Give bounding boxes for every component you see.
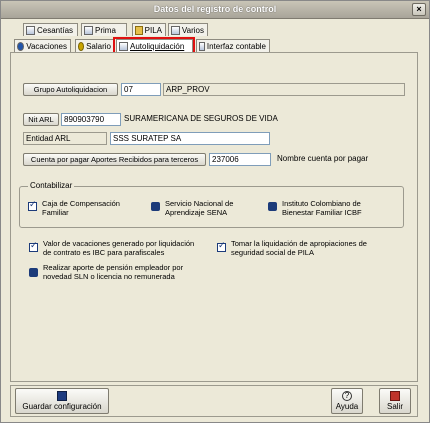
contabilizar-group: Contabilizar Caja de Compensación Famili… xyxy=(19,181,404,228)
entidad-arl-input[interactable]: SSS SURATEP SA xyxy=(110,132,270,145)
grid-icon xyxy=(199,42,205,51)
pension-sln-label: Realizar aporte de pensión empleador por… xyxy=(43,263,184,281)
tab-varios[interactable]: Varios xyxy=(168,23,208,36)
cuenta-por-pagar-button[interactable]: Cuenta por pagar Aportes Recibidos para … xyxy=(23,153,206,166)
grupo-code-input[interactable]: 07 xyxy=(121,83,161,96)
tab-salario[interactable]: Salario xyxy=(75,39,115,52)
salir-button[interactable]: Salir xyxy=(379,388,411,414)
guardar-configuracion-button[interactable]: Guardar configuración xyxy=(15,388,109,414)
save-icon xyxy=(57,391,67,401)
tab-prima-label: Prima xyxy=(95,26,116,35)
grupo-autoliquidacion-button[interactable]: Grupo Autoliquidacion xyxy=(23,83,118,96)
sena-checkbox[interactable] xyxy=(151,202,160,211)
entidad-arl-label: Entidad ARL xyxy=(23,132,107,145)
tab-salario-label: Salario xyxy=(86,42,111,51)
nombre-cuenta-label: Nombre cuenta por pagar xyxy=(277,154,369,163)
pila-apropiaciones-checkbox[interactable] xyxy=(217,241,226,252)
tab-vacaciones-label: Vacaciones xyxy=(26,42,67,51)
tab-pila[interactable]: PILA xyxy=(132,23,166,36)
tab-panel: Grupo Autoliquidacion 07 ARP_PROV Nit AR… xyxy=(10,52,418,382)
document-icon xyxy=(84,26,93,35)
icbf-checkbox[interactable] xyxy=(268,202,277,211)
document-icon xyxy=(171,26,180,35)
guardar-configuracion-label: Guardar configuración xyxy=(22,402,102,411)
pila-apropiaciones-label: Tomar la liquidación de apropiaciones de… xyxy=(231,239,367,257)
tab-varios-label: Varios xyxy=(181,26,204,35)
grupo-name-field: ARP_PROV xyxy=(163,83,405,96)
coins-icon xyxy=(78,42,85,51)
tab-cesantias-label: Cesantías xyxy=(37,26,74,35)
tab-interfaz-contable[interactable]: Interfaz contable xyxy=(196,39,270,52)
footer-bar: Guardar configuración ? Ayuda Salir xyxy=(10,385,418,417)
info-icon xyxy=(17,42,25,51)
exit-icon xyxy=(390,391,400,401)
title-bar: Datos del registro de control × xyxy=(1,1,429,19)
nit-arl-input[interactable]: 890903790 xyxy=(61,113,121,126)
tab-interfaz-contable-label: Interfaz contable xyxy=(206,42,266,51)
folder-icon xyxy=(135,26,143,35)
vacaciones-ibc-label: Valor de vacaciones generado por liquida… xyxy=(43,239,195,257)
help-icon: ? xyxy=(342,391,352,401)
pension-sln-checkbox[interactable] xyxy=(29,268,38,277)
salir-label: Salir xyxy=(386,402,403,411)
icbf-label: Instituto Colombiano de Bienestar Famili… xyxy=(282,199,362,217)
cuenta-por-pagar-input[interactable]: 237006 xyxy=(209,153,271,166)
close-button[interactable]: × xyxy=(412,3,426,16)
caja-compensacion-checkbox[interactable] xyxy=(28,200,37,211)
nit-arl-name: SURAMERICANA DE SEGUROS DE VIDA xyxy=(124,114,278,123)
contabilizar-title: Contabilizar xyxy=(28,181,75,190)
tab-prima[interactable]: Prima xyxy=(81,23,127,36)
window-title: Datos del registro de control xyxy=(153,4,277,14)
tab-vacaciones[interactable]: Vacaciones xyxy=(14,39,71,52)
sena-label: Servicio Nacional de Aprendizaje SENA xyxy=(165,199,234,217)
ayuda-button[interactable]: ? Ayuda xyxy=(331,388,363,414)
tab-cesantias[interactable]: Cesantías xyxy=(23,23,78,36)
nit-arl-button[interactable]: Nit ARL xyxy=(23,113,59,126)
vacaciones-ibc-checkbox[interactable] xyxy=(29,241,38,252)
caja-compensacion-label: Caja de Compensación Familiar xyxy=(42,199,120,217)
document-icon xyxy=(26,26,35,35)
ayuda-label: Ayuda xyxy=(335,402,359,411)
tab-pila-label: PILA xyxy=(144,26,162,35)
dialog-window: Datos del registro de control × Cesantía… xyxy=(0,0,430,423)
